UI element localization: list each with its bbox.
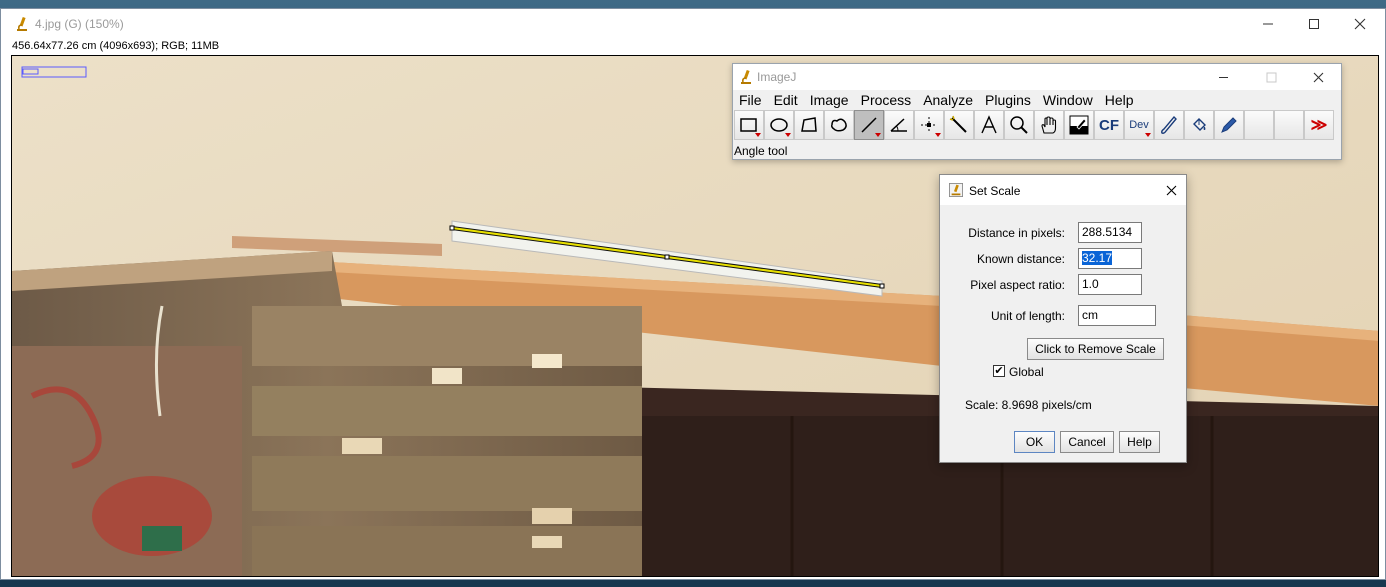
close-icon: [1354, 18, 1366, 30]
dev-tool[interactable]: Dev: [1124, 110, 1154, 140]
point-tool-icon: [921, 117, 937, 133]
minimize-icon: [1218, 76, 1228, 78]
freehand-tool[interactable]: [824, 110, 854, 140]
text-tool[interactable]: [974, 110, 1004, 140]
menu-image[interactable]: Image: [810, 92, 849, 108]
menu-file[interactable]: File: [739, 92, 762, 108]
oval-tool-icon: [770, 118, 788, 132]
pixel-aspect-ratio-label: Pixel aspect ratio:: [970, 278, 1065, 292]
imagej-menubar: File Edit Image Process Analyze Plugins …: [733, 90, 1341, 110]
menu-edit[interactable]: Edit: [774, 92, 798, 108]
imagej-minimize-button[interactable]: [1203, 64, 1243, 90]
global-label: Global: [1009, 365, 1044, 379]
close-icon: [1166, 185, 1176, 195]
menu-plugins[interactable]: Plugins: [985, 92, 1031, 108]
distance-in-pixels-field[interactable]: 288.5134: [1078, 222, 1142, 243]
point-tool[interactable]: [914, 110, 944, 140]
dialog-title: Set Scale: [969, 184, 1021, 198]
more-tools-icon: ≫: [1310, 117, 1328, 134]
image-window-title: 4.jpg (G) (150%): [35, 17, 124, 31]
pencil-tool-icon: [1221, 117, 1237, 133]
global-checkbox[interactable]: ✔: [993, 365, 1005, 377]
imagej-maximize-button[interactable]: [1251, 64, 1291, 90]
hand-tool[interactable]: [1034, 110, 1064, 140]
cancel-button[interactable]: Cancel: [1060, 431, 1114, 453]
text-tool-icon: [981, 115, 997, 134]
flood-fill-tool[interactable]: [1184, 110, 1214, 140]
minimize-icon: [1263, 23, 1273, 25]
cf-tool[interactable]: CF: [1094, 110, 1124, 140]
set-scale-dialog: Set Scale Distance in pixels: 288.5134 K…: [939, 174, 1187, 463]
empty-tool-slot-2[interactable]: [1274, 110, 1304, 140]
line-tool[interactable]: [854, 110, 884, 140]
imagej-close-button[interactable]: [1298, 64, 1338, 90]
maximize-button[interactable]: [1291, 9, 1337, 39]
scale-readout: Scale: 8.9698 pixels/cm: [965, 398, 1092, 412]
status-bar: Angle tool: [734, 144, 788, 158]
rectangle-tool-icon: [740, 118, 757, 132]
checkmark-icon: ✔: [994, 364, 1004, 377]
pencil-tool[interactable]: [1214, 110, 1244, 140]
microscope-icon: [14, 16, 30, 32]
hand-tool-icon: [1041, 116, 1057, 134]
magnifier-tool-icon: [1010, 116, 1028, 134]
distance-in-pixels-label: Distance in pixels:: [968, 226, 1065, 240]
imagej-titlebar[interactable]: ImageJ: [733, 64, 1341, 90]
close-icon: [1313, 72, 1323, 82]
line-handle-end[interactable]: [879, 283, 885, 289]
maximize-icon: [1309, 19, 1319, 29]
close-button[interactable]: [1337, 9, 1383, 39]
image-window-titlebar[interactable]: 4.jpg (G) (150%): [1, 9, 1385, 39]
line-handle-mid[interactable]: [664, 254, 670, 260]
line-tool-icon: [861, 117, 877, 133]
menu-process[interactable]: Process: [861, 92, 912, 108]
unit-of-length-field[interactable]: cm: [1078, 305, 1156, 326]
polygon-tool[interactable]: [794, 110, 824, 140]
dialog-close-button[interactable]: [1156, 175, 1186, 205]
more-tools-button[interactable]: ≫: [1304, 110, 1334, 140]
polygon-tool-icon: [801, 117, 817, 132]
wand-tool-icon: [949, 115, 967, 133]
microscope-icon: [738, 69, 754, 85]
color-picker-tool[interactable]: [1064, 110, 1094, 140]
known-distance-field[interactable]: 32.17: [1078, 248, 1142, 269]
unit-of-length-label: Unit of length:: [990, 309, 1065, 323]
angle-tool[interactable]: [884, 110, 914, 140]
minimize-button[interactable]: [1245, 9, 1291, 39]
menu-analyze[interactable]: Analyze: [923, 92, 973, 108]
color-picker-icon: [1069, 115, 1089, 135]
brush-tool[interactable]: [1154, 110, 1184, 140]
flood-fill-tool-icon: [1193, 118, 1206, 131]
tool-bar: CF Dev ≫: [733, 110, 1341, 142]
line-handle-start[interactable]: [449, 225, 455, 231]
oval-tool[interactable]: [764, 110, 794, 140]
wand-tool[interactable]: [944, 110, 974, 140]
dialog-titlebar[interactable]: Set Scale: [940, 175, 1186, 205]
rectangle-tool[interactable]: [734, 110, 764, 140]
known-distance-label: Known distance:: [976, 252, 1065, 266]
ok-button[interactable]: OK: [1014, 431, 1055, 453]
freehand-tool-icon: [831, 118, 847, 132]
microscope-icon: [949, 183, 965, 199]
imagej-title: ImageJ: [757, 70, 797, 84]
magnifier-tool[interactable]: [1004, 110, 1034, 140]
angle-tool-icon: [890, 118, 907, 132]
imagej-window: ImageJ File Edit Image Process Analyze P…: [732, 63, 1342, 160]
maximize-icon: [1266, 72, 1276, 82]
remove-scale-button[interactable]: Click to Remove Scale: [1027, 338, 1164, 360]
empty-tool-slot-1[interactable]: [1244, 110, 1274, 140]
brush-tool-icon: [1161, 115, 1177, 134]
help-button[interactable]: Help: [1119, 431, 1160, 453]
menu-help[interactable]: Help: [1105, 92, 1134, 108]
image-info-line: 456.64x77.26 cm (4096x693); RGB; 11MB: [12, 40, 220, 52]
menu-window[interactable]: Window: [1043, 92, 1093, 108]
pixel-aspect-ratio-field[interactable]: 1.0: [1078, 274, 1142, 295]
